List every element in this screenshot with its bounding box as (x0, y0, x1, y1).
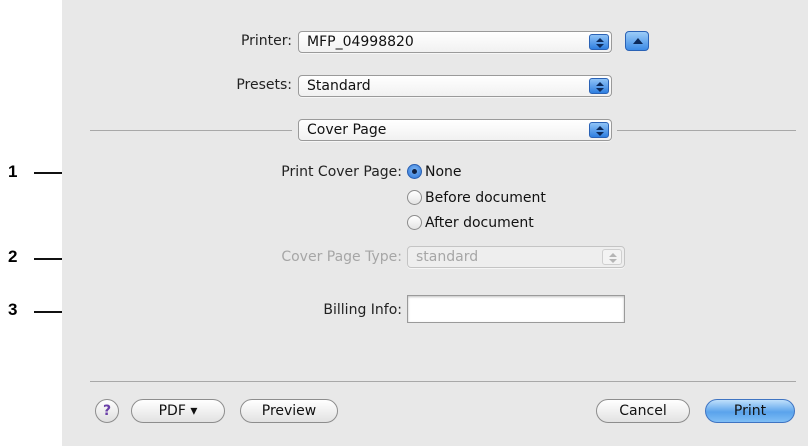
radio-unselected-icon (407, 190, 422, 205)
collapse-details-button[interactable] (625, 31, 649, 51)
print-button[interactable]: Print (705, 399, 795, 423)
printer-popup[interactable]: MFP_04998820 (298, 31, 612, 53)
cancel-button[interactable]: Cancel (596, 399, 690, 423)
presets-label: Presets: (236, 77, 292, 93)
separator-right (617, 130, 796, 131)
radio-selected-icon (407, 164, 422, 179)
footer-separator (90, 381, 796, 382)
radio-none-label: None (425, 164, 462, 180)
billing-info-label: Billing Info: (323, 302, 402, 318)
popup-arrows-icon (589, 122, 609, 138)
billing-info-field[interactable] (407, 295, 625, 323)
popup-arrows-icon (589, 34, 609, 50)
print-cover-page-label: Print Cover Page: (281, 164, 402, 180)
preview-button[interactable]: Preview (240, 399, 338, 423)
cover-page-type-popup[interactable]: standard (407, 246, 625, 268)
printer-label: Printer: (240, 33, 292, 49)
popup-arrows-icon (589, 78, 609, 94)
callout-number-2: 2 (8, 247, 18, 266)
panel-value: Cover Page (307, 122, 387, 138)
printer-value: MFP_04998820 (307, 34, 414, 50)
radio-after-document-label: After document (425, 215, 534, 231)
panel-popup[interactable]: Cover Page (298, 119, 612, 141)
callout-number-3: 3 (8, 300, 18, 319)
cover-page-type-value: standard (416, 249, 479, 265)
cover-page-type-label: Cover Page Type: (281, 249, 402, 265)
presets-value: Standard (307, 78, 371, 94)
pdf-menu-button[interactable]: PDF ▾ (131, 399, 225, 423)
radio-before-document-label: Before document (425, 190, 546, 206)
radio-after-document[interactable]: After document (407, 215, 534, 233)
callout-number-1: 1 (8, 162, 18, 181)
presets-popup[interactable]: Standard (298, 75, 612, 97)
triangle-up-icon (633, 38, 643, 44)
help-button[interactable]: ? (95, 399, 119, 423)
separator-left (90, 130, 292, 131)
radio-none[interactable]: None (407, 164, 462, 182)
popup-arrows-icon (602, 249, 622, 265)
radio-before-document[interactable]: Before document (407, 190, 546, 208)
radio-unselected-icon (407, 215, 422, 230)
